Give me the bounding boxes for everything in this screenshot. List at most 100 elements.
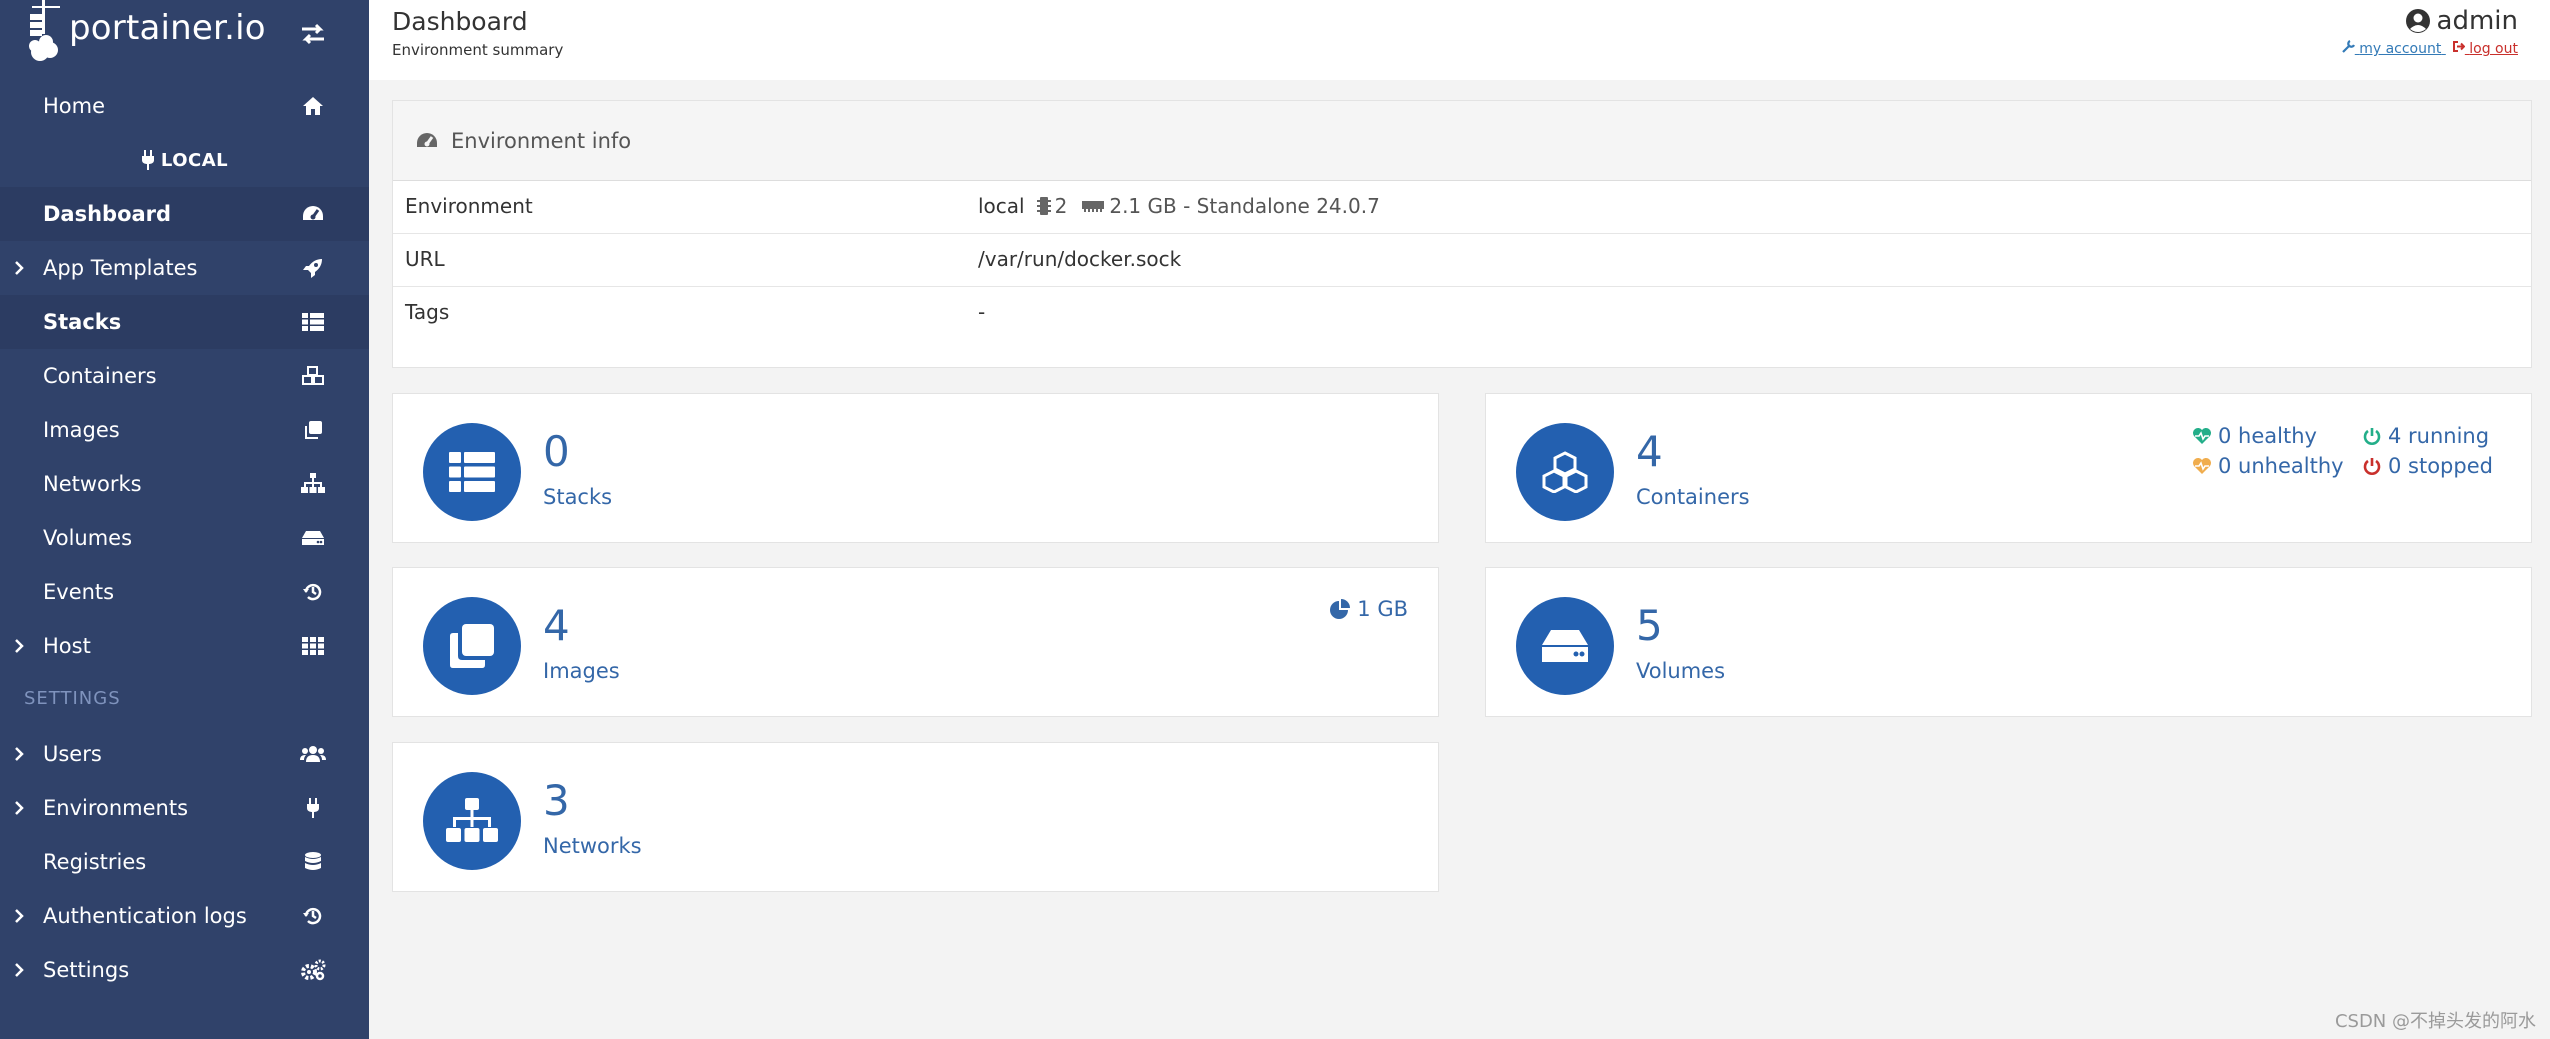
sidebar-item-label: Stacks	[43, 310, 122, 334]
history-icon	[300, 579, 326, 605]
sidebar-item-label: Images	[43, 418, 120, 442]
chevron-right-icon	[15, 963, 24, 977]
sidebar-item-label: Home	[43, 94, 106, 118]
page-header: Dashboard Environment summary admin my a…	[369, 0, 2550, 80]
info-key: Environment	[405, 194, 533, 218]
volumes-widget[interactable]: 5 Volumes	[1485, 567, 2532, 717]
sign-out-icon	[2452, 41, 2466, 52]
database-icon	[300, 849, 326, 875]
volumes-widget-icon	[1516, 597, 1614, 695]
brand-name: portainer.io	[69, 8, 266, 48]
containers-widget[interactable]: 4 Containers 0 healthy 4 running 0 unhea…	[1485, 393, 2532, 543]
stacks-widget-icon	[423, 423, 521, 521]
th-list-icon	[300, 309, 326, 335]
my-account-link[interactable]: my account	[2341, 40, 2446, 57]
cpu-count: 2	[1054, 194, 1068, 218]
microchip-icon	[1036, 197, 1051, 215]
sidebar-item-settings[interactable]: Settings	[0, 943, 369, 997]
sidebar-item-label: Registries	[43, 850, 147, 874]
history-icon	[300, 903, 326, 929]
sidebar-item-app-templates[interactable]: App Templates	[0, 241, 369, 295]
power-off-icon	[2363, 458, 2381, 475]
info-key: Tags	[405, 300, 450, 324]
environment-name: LOCAL	[160, 149, 229, 171]
sidebar-item-containers[interactable]: Containers	[0, 349, 369, 403]
running-status: 4 running	[2362, 424, 2522, 448]
heartbeat-icon	[2193, 428, 2211, 444]
chevron-right-icon	[15, 747, 24, 761]
users-icon	[300, 741, 326, 767]
sidebar-item-label: Users	[43, 742, 102, 766]
networks-count: 3	[543, 776, 570, 825]
hdd-icon	[1542, 630, 1588, 662]
sidebar-item-users[interactable]: Users	[0, 727, 369, 781]
clone-icon	[450, 624, 494, 668]
sidebar-item-label: Networks	[43, 472, 142, 496]
sidebar-item-label: App Templates	[43, 256, 198, 280]
sidebar-item-authentication-logs[interactable]: Authentication logs	[0, 889, 369, 943]
pie-chart-icon	[1330, 599, 1351, 619]
containers-widget-icon	[1516, 423, 1614, 521]
settings-section-title: SETTINGS	[24, 688, 121, 709]
rocket-icon	[300, 255, 326, 281]
sidebar-item-dashboard[interactable]: Dashboard	[0, 187, 369, 241]
clone-icon	[300, 417, 326, 443]
watermark: CSDN @不掉头发的阿水	[2334, 1011, 2536, 1032]
sidebar-item-environments[interactable]: Environments	[0, 781, 369, 835]
sidebar-item-label: Settings	[43, 958, 130, 982]
user-links: my account log out	[2336, 40, 2518, 57]
sidebar-item-label: Authentication logs	[43, 904, 247, 928]
images-label: Images	[543, 659, 620, 683]
sidebar-item-events[interactable]: Events	[0, 565, 369, 619]
stacks-count: 0	[543, 427, 570, 476]
plug-icon	[300, 795, 326, 821]
sidebar-item-registries[interactable]: Registries	[0, 835, 369, 889]
containers-label: Containers	[1636, 485, 1750, 509]
environment-info-panel: Environment info Environment local 2 2.1…	[392, 100, 2532, 368]
chevron-right-icon	[15, 909, 24, 923]
brand[interactable]: portainer.io	[0, 0, 369, 70]
exchange-icon[interactable]	[298, 20, 328, 48]
sitemap-icon	[300, 471, 326, 497]
sidebar: portainer.io Home LOCAL Dashboard App Te…	[0, 0, 369, 1039]
networks-widget[interactable]: 3 Networks	[392, 742, 1439, 892]
networks-label: Networks	[543, 834, 642, 858]
stacks-widget[interactable]: 0 Stacks	[392, 393, 1439, 543]
panel-title: Environment info	[451, 128, 632, 153]
th-list-icon	[449, 452, 495, 492]
networks-widget-icon	[423, 772, 521, 870]
info-value: -	[978, 300, 986, 324]
tachometer-icon	[417, 132, 437, 147]
stacks-label: Stacks	[543, 485, 613, 509]
container-status-summary: 0 healthy 4 running 0 unhealthy 0 stoppe…	[2192, 424, 2522, 478]
sidebar-item-label: Containers	[43, 364, 157, 388]
chevron-right-icon	[15, 261, 24, 275]
containers-count: 4	[1636, 427, 1663, 476]
stopped-status: 0 stopped	[2362, 454, 2522, 478]
sidebar-item-stacks[interactable]: Stacks	[0, 295, 369, 349]
memory-icon	[1082, 201, 1105, 212]
images-widget-icon	[423, 597, 521, 695]
images-widget[interactable]: 4 Images 1 GB	[392, 567, 1439, 717]
portainer-logo-icon	[29, 0, 60, 61]
cubes-icon	[300, 363, 326, 389]
sidebar-item-volumes[interactable]: Volumes	[0, 511, 369, 565]
sidebar-item-label: Dashboard	[43, 202, 172, 226]
power-off-icon	[2363, 428, 2381, 445]
sidebar-item-home[interactable]: Home	[0, 79, 369, 133]
info-value: local 2 2.1 GB - Standalone 24.0.7	[978, 194, 1380, 218]
sidebar-item-networks[interactable]: Networks	[0, 457, 369, 511]
environment-title: LOCAL	[0, 145, 369, 175]
user-box: admin my account log out	[2336, 6, 2518, 57]
panel-header: Environment info	[393, 101, 2531, 181]
plug-icon	[141, 150, 154, 170]
sidebar-item-host[interactable]: Host	[0, 619, 369, 673]
sidebar-item-images[interactable]: Images	[0, 403, 369, 457]
wrench-icon	[2341, 40, 2355, 53]
log-out-link[interactable]: log out	[2452, 41, 2518, 57]
info-row-environment: Environment local 2 2.1 GB - Standalone …	[393, 181, 2531, 234]
th-icon	[300, 633, 326, 659]
volumes-label: Volumes	[1636, 659, 1726, 683]
images-size: 1 GB	[1329, 597, 1408, 621]
page-subtitle: Environment summary	[392, 41, 564, 59]
